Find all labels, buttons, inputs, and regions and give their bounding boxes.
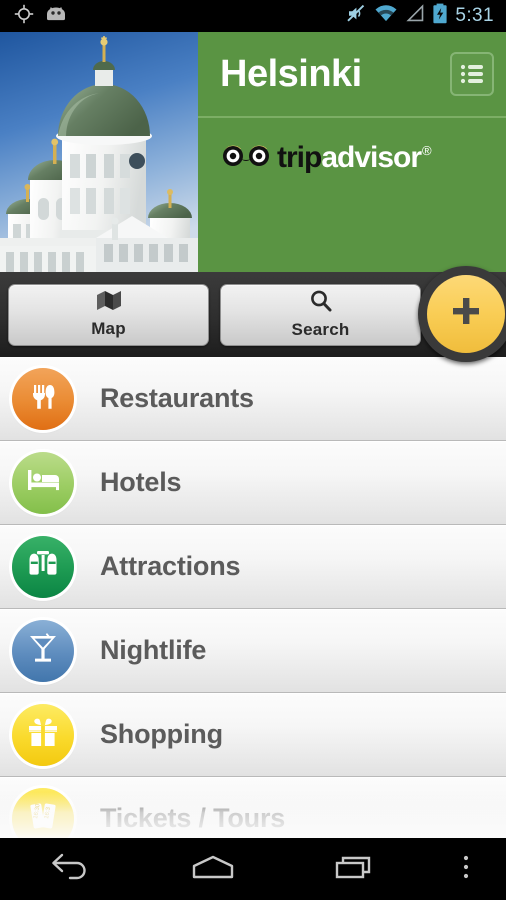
brand-name-trip: trip [277, 140, 322, 174]
search-button-label: Search [291, 320, 350, 339]
folded-map-icon [95, 290, 123, 317]
fork-knife-icon [26, 379, 60, 418]
volume-mute-icon [346, 4, 367, 28]
gps-crosshair-icon [14, 4, 34, 29]
tripadvisor-owl-icon [220, 140, 272, 175]
category-icon-badge [12, 451, 74, 514]
brand-name-advisor: advisor [321, 140, 422, 174]
android-robot-icon [44, 5, 68, 28]
android-navigation-bar [0, 838, 506, 900]
magnifier-icon [309, 289, 333, 318]
list-item-label: Attractions [100, 551, 241, 581]
overflow-dots-icon [461, 853, 471, 886]
list-item-label: Tickets / Tours [100, 803, 286, 833]
martini-icon [27, 631, 59, 670]
cell-signal-icon [405, 4, 425, 28]
status-bar: 5:31 [0, 0, 506, 32]
phone-screen: 5:31 Helsinki trip advisor ® Map Search … [0, 0, 506, 900]
search-button[interactable]: Search [220, 283, 421, 346]
map-button-label: Map [91, 319, 126, 338]
list-item-label: Shopping [100, 719, 223, 749]
tickets-icon: 16:30 16:3 [27, 800, 59, 837]
category-icon-badge [12, 619, 74, 682]
map-button[interactable]: Map [8, 283, 209, 346]
category-icon-badge [12, 703, 74, 766]
status-bar-notifications [0, 4, 68, 29]
status-bar-clock: 5:31 [455, 5, 494, 26]
battery-charging-icon [432, 3, 448, 29]
status-bar-system-icons: 5:31 [346, 3, 506, 29]
category-icon-badge [12, 367, 74, 430]
wifi-icon [374, 4, 398, 28]
overflow-menu-button[interactable] [426, 853, 506, 886]
back-arrow-icon [49, 852, 93, 887]
binoculars-icon [26, 548, 60, 585]
list-item-shopping[interactable]: Shopping [0, 693, 506, 777]
list-item-tickets-tours[interactable]: 16:30 16:3 Tickets / Tours [0, 777, 506, 838]
list-item-label: Restaurants [100, 383, 254, 413]
hero-photo-helsinki-cathedral [0, 32, 198, 272]
list-item-nightlife[interactable]: Nightlife [0, 609, 506, 693]
app-header: Helsinki trip advisor ® [0, 32, 506, 272]
plus-icon [448, 293, 484, 334]
recent-apps-icon [333, 853, 377, 886]
list-item-hotels[interactable]: Hotels [0, 441, 506, 525]
category-icon-badge: 16:30 16:3 [12, 787, 74, 838]
brand-trademark: ® [422, 143, 432, 158]
recents-button[interactable] [284, 853, 426, 886]
add-button-inner [427, 274, 505, 353]
tripadvisor-brand-logo: trip advisor ® [198, 118, 506, 175]
header-green-panel: Helsinki trip advisor ® [198, 32, 506, 272]
bed-icon [25, 465, 61, 500]
fab-slot [418, 265, 506, 362]
header-title-row: Helsinki [198, 32, 506, 116]
home-button[interactable] [142, 853, 284, 886]
gift-icon [26, 716, 60, 753]
list-item-restaurants[interactable]: Restaurants [0, 357, 506, 441]
home-icon [190, 853, 236, 886]
list-item-label: Nightlife [100, 635, 207, 665]
add-button[interactable] [418, 265, 506, 362]
list-menu-icon[interactable] [450, 52, 494, 96]
action-toolbar: Map Search [0, 265, 506, 362]
category-icon-badge [12, 535, 74, 598]
page-title: Helsinki [220, 53, 362, 95]
list-item-label: Hotels [100, 467, 182, 497]
list-item-attractions[interactable]: Attractions [0, 525, 506, 609]
category-list[interactable]: Restaurants Hotels Attractions Nightlife… [0, 357, 506, 838]
back-button[interactable] [0, 852, 142, 887]
